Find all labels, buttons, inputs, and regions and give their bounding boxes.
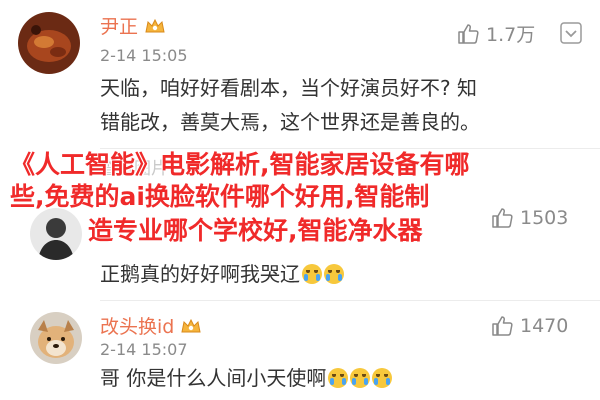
overlay-line-1: 《人工智能》电影解析,智能家居设备有哪 xyxy=(10,150,470,179)
thumbs-up-icon xyxy=(458,23,479,44)
dog-avatar-image xyxy=(30,312,82,364)
person-avatar-image xyxy=(30,208,82,260)
crying-emoji-icon xyxy=(372,368,393,388)
comment-text-content: 正鹅真的好好啊我哭辽 xyxy=(100,262,300,286)
thumbs-up-icon xyxy=(492,208,513,228)
username[interactable]: 尹正 xyxy=(100,12,166,39)
comment-item: 尹正 2-14 15:05 1.7万 天临，咱好好看剧本，当个好演员好不? 知 … xyxy=(0,0,600,140)
vip-badge-icon xyxy=(180,317,202,335)
divider xyxy=(100,148,600,149)
avatar[interactable] xyxy=(30,208,82,260)
vip-badge-icon xyxy=(144,17,166,35)
crying-emoji-icon xyxy=(324,264,344,284)
like-count: 1503 xyxy=(520,207,569,229)
comment-text: 哥 你是什么人间小天使啊 xyxy=(100,360,393,396)
like-count: 1470 xyxy=(520,315,569,337)
more-options-button[interactable] xyxy=(560,22,582,44)
chevron-down-icon xyxy=(560,22,582,44)
overlay-line-2: 些,免费的ai换脸软件哪个好用,智能制 xyxy=(10,182,430,211)
comment-text-content: 哥 你是什么人间小天使啊 xyxy=(100,366,327,390)
username[interactable]: 改头换id xyxy=(100,312,202,339)
comment-item: 改头换id 2-14 15:07 1470 哥 你是什么人间小天使啊 xyxy=(0,300,600,400)
comment-text: 正鹅真的好好啊我哭辽 xyxy=(100,256,344,292)
crying-emoji-icon xyxy=(350,368,371,388)
like-button[interactable]: 1.7万 xyxy=(456,20,535,47)
username-text[interactable]: 改头换id xyxy=(100,316,174,338)
timestamp: 2-14 15:07 xyxy=(100,340,188,359)
timestamp: 2-14 15:05 xyxy=(100,46,188,65)
avatar[interactable] xyxy=(30,312,82,364)
overlay-line-3: 造专业哪个学校好,智能净水器 xyxy=(88,216,423,245)
like-button[interactable]: 1470 xyxy=(490,314,568,338)
comment-text-line-2: 错能改，善莫大焉，这个世界还是善良的。 xyxy=(100,110,480,134)
food-avatar-image xyxy=(18,12,80,74)
thumbs-up-icon xyxy=(492,316,513,336)
username-text[interactable]: 尹正 xyxy=(100,16,138,38)
like-count: 1.7万 xyxy=(486,24,536,46)
crying-emoji-icon xyxy=(302,264,322,284)
avatar[interactable] xyxy=(18,12,80,74)
like-button[interactable]: 1503 xyxy=(490,206,568,230)
comment-text-line-1: 天临，咱好好看剧本，当个好演员好不? 知 xyxy=(100,76,477,100)
crying-emoji-icon xyxy=(328,368,349,388)
